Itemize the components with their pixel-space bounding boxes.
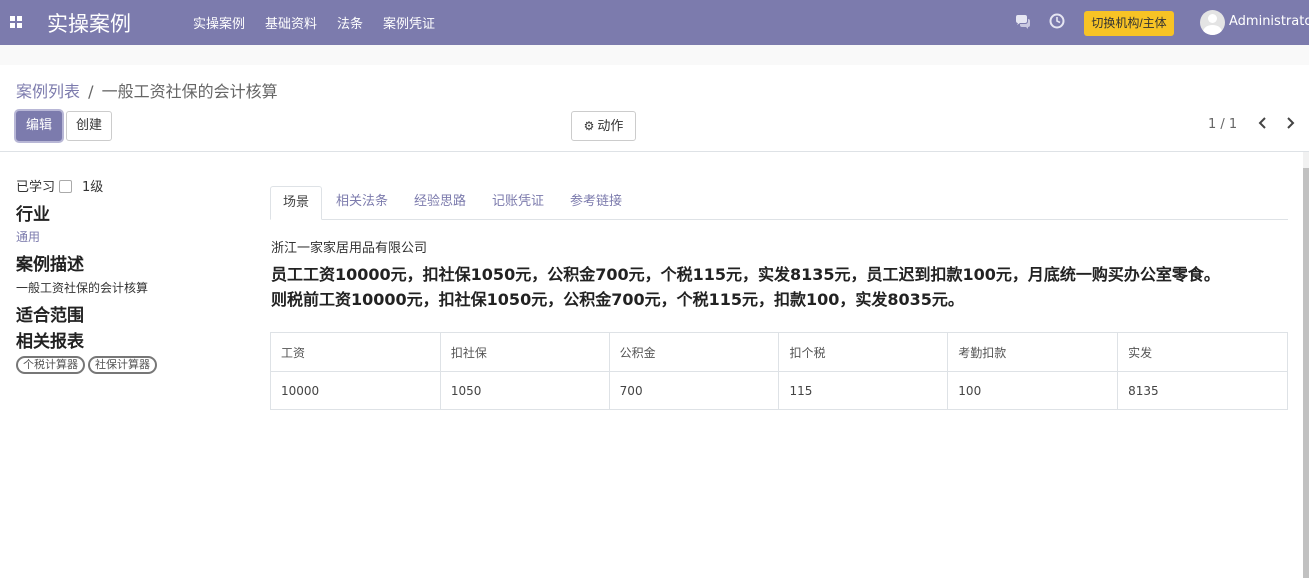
tag-social-security-calculator[interactable]: 社保计算器	[88, 356, 157, 374]
vertical-scrollbar[interactable]	[1303, 152, 1309, 578]
table-row: 10000 1050 700 115 100 8135	[270, 371, 1288, 410]
tab-scene[interactable]: 场景	[270, 186, 322, 220]
table-cell: 1050	[439, 371, 610, 410]
scope-label: 适合范围	[16, 306, 84, 326]
activity-clock-icon[interactable]	[1049, 13, 1065, 29]
learned-label: 已学习	[16, 180, 56, 195]
create-button[interactable]: 创建	[66, 111, 112, 141]
chat-icon[interactable]	[1015, 14, 1031, 30]
control-panel: 案例列表 / 一般工资社保的会计核算 编辑 创建 ⚙ 动作 1 / 1	[0, 45, 1309, 152]
tab-experience[interactable]: 经验思路	[405, 186, 475, 220]
related-reports-label: 相关报表	[16, 332, 84, 352]
tab-reference-links[interactable]: 参考链接	[561, 186, 631, 220]
report-tags: 个税计算器 社保计算器	[16, 356, 160, 374]
column-header-housing-fund: 公积金	[608, 332, 780, 372]
apps-menu-icon[interactable]	[10, 16, 22, 28]
salary-table: 工资 扣社保 公积金 扣个税 考勤扣款 实发 10000 1050 700 11…	[270, 332, 1288, 410]
top-navbar: 实操案例 实操案例 基础资料 法条 案例凭证 切换机构/主体 Administr…	[0, 0, 1309, 45]
user-name[interactable]: Administrator	[1229, 14, 1309, 29]
breadcrumb-separator: /	[88, 82, 94, 101]
table-cell: 100	[947, 371, 1119, 410]
case-description-label: 案例描述	[16, 255, 84, 275]
table-cell: 8135	[1117, 371, 1288, 410]
tab-related-regulations[interactable]: 相关法条	[327, 186, 397, 220]
action-button[interactable]: ⚙ 动作	[571, 111, 636, 141]
menu-item-cases[interactable]: 实操案例	[193, 13, 245, 32]
breadcrumb: 案例列表 / 一般工资社保的会计核算	[16, 78, 278, 102]
tab-vouchers[interactable]: 记账凭证	[483, 186, 553, 220]
tag-tax-calculator[interactable]: 个税计算器	[16, 356, 85, 374]
menu-item-regulations[interactable]: 法条	[337, 13, 363, 32]
column-header-income-tax: 扣个税	[778, 332, 949, 372]
breadcrumb-case-list-link[interactable]: 案例列表	[16, 82, 80, 101]
industry-value[interactable]: 通用	[16, 228, 40, 245]
scene-line-2: 则税前工资10000元，扣社保1050元，公积金700元，个税115元，扣款10…	[271, 290, 964, 309]
table-cell: 115	[778, 371, 949, 410]
industry-label: 行业	[16, 205, 50, 225]
column-header-salary: 工资	[270, 332, 441, 372]
learned-row: 已学习 1级	[16, 176, 103, 195]
scrollbar-thumb[interactable]	[1303, 168, 1309, 578]
scene-line-1: 员工工资10000元，扣社保1050元，公积金700元，个税115元，实发813…	[271, 265, 1220, 284]
column-header-net-pay: 实发	[1117, 332, 1288, 372]
chevron-left-icon[interactable]	[1255, 115, 1271, 131]
notebook-tabs: 场景 相关法条 经验思路 记账凭证 参考链接	[270, 186, 1288, 220]
pager-value: 1 / 1	[1208, 117, 1238, 132]
menu-item-case-vouchers[interactable]: 案例凭证	[383, 13, 435, 32]
menu-item-basic-data[interactable]: 基础资料	[265, 13, 317, 32]
chevron-right-icon[interactable]	[1282, 115, 1298, 131]
breadcrumb-current: 一般工资社保的会计核算	[101, 82, 278, 101]
gear-icon: ⚙	[583, 119, 595, 133]
table-cell: 700	[608, 371, 780, 410]
table-cell: 10000	[270, 371, 441, 410]
table-header-row: 工资 扣社保 公积金 扣个税 考勤扣款 实发	[270, 332, 1288, 372]
switch-organization-button[interactable]: 切换机构/主体	[1084, 11, 1174, 36]
edit-button[interactable]: 编辑	[16, 111, 62, 141]
user-avatar[interactable]	[1200, 10, 1225, 35]
column-header-social-security: 扣社保	[439, 332, 610, 372]
column-header-attendance-deduction: 考勤扣款	[947, 332, 1119, 372]
action-label: 动作	[597, 119, 624, 134]
main-menu: 实操案例 基础资料 法条 案例凭证	[193, 13, 455, 32]
company-name: 浙江一家家居用品有限公司	[271, 241, 428, 256]
case-description-value: 一般工资社保的会计核算	[16, 281, 149, 295]
app-brand: 实操案例	[47, 12, 131, 36]
level-value: 1级	[82, 180, 104, 195]
scene-description: 员工工资10000元，扣社保1050元，公积金700元，个税115元，实发813…	[271, 262, 1220, 312]
learned-checkbox[interactable]	[59, 180, 73, 193]
